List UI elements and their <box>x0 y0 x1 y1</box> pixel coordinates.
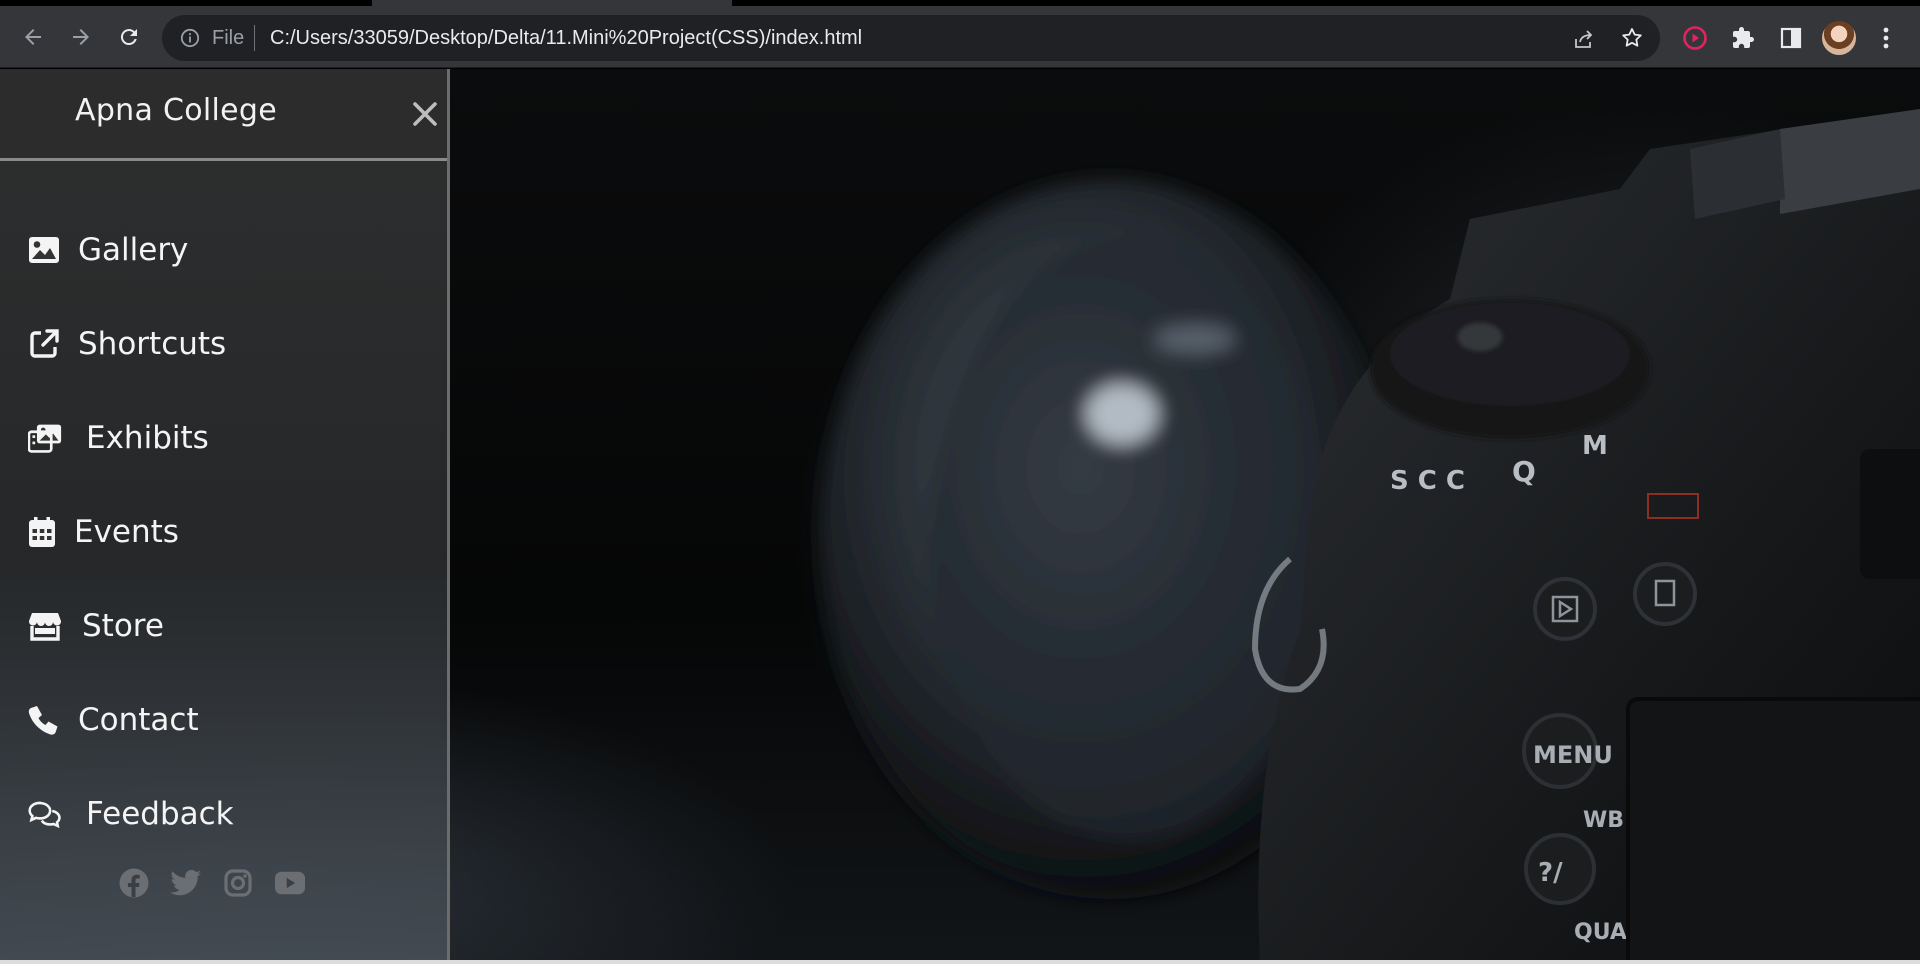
youtube-icon[interactable] <box>274 867 306 899</box>
profile-avatar[interactable] <box>1822 21 1856 55</box>
share-icon[interactable] <box>1572 27 1596 51</box>
svg-text:M: M <box>1582 431 1608 461</box>
sidebar-item-exhibits[interactable]: Exhibits <box>0 403 447 473</box>
side-panel-button[interactable] <box>1778 25 1804 51</box>
sidebar-item-label: Store <box>82 608 164 644</box>
record-icon <box>1683 26 1707 50</box>
sidebar-item-shortcuts[interactable]: Shortcuts <box>0 309 447 379</box>
forward-button[interactable] <box>64 20 98 54</box>
page-viewport: S C C Q M MENU WB ?/ QUAL Apna College G… <box>0 69 1920 960</box>
address-bar[interactable]: File C:/Users/33059/Desktop/Delta/11.Min… <box>162 15 1660 61</box>
svg-text:WB: WB <box>1583 808 1624 833</box>
side-panel-icon <box>1780 27 1802 49</box>
twitter-icon[interactable] <box>170 867 202 899</box>
store-icon <box>28 609 62 643</box>
sidebar-item-store[interactable]: Store <box>0 591 447 661</box>
window-bottom-edge <box>0 960 1920 964</box>
close-icon[interactable] <box>410 99 440 129</box>
image-icon <box>28 233 62 267</box>
sidebar-header: Apna College <box>0 69 447 161</box>
svg-text:MENU: MENU <box>1533 741 1613 769</box>
sidebar-item-label: Shortcuts <box>78 326 227 362</box>
star-icon[interactable] <box>1620 26 1644 50</box>
reload-icon <box>120 29 137 46</box>
sidebar-item-feedback[interactable]: Feedback <box>0 779 447 849</box>
svg-text:Q: Q <box>1512 455 1536 488</box>
browser-toolbar: File C:/Users/33059/Desktop/Delta/11.Min… <box>0 6 1920 68</box>
extensions-icon <box>1733 27 1754 48</box>
info-icon[interactable] <box>180 28 200 48</box>
sidebar-item-events[interactable]: Events <box>0 497 447 567</box>
external-link-icon <box>28 327 62 361</box>
divider <box>254 25 255 51</box>
extensions-button[interactable] <box>1730 25 1756 51</box>
back-icon <box>25 29 41 45</box>
sidebar-item-gallery[interactable]: Gallery <box>0 215 447 285</box>
sidebar-item-label: Feedback <box>86 796 234 832</box>
back-button[interactable] <box>16 20 50 54</box>
phone-icon <box>28 703 62 737</box>
scheme-label: File <box>212 27 245 49</box>
reload-button[interactable] <box>112 20 146 54</box>
calendar-icon <box>28 515 62 549</box>
facebook-icon[interactable] <box>118 867 150 899</box>
social-links <box>118 867 306 901</box>
menu-icon[interactable] <box>1876 22 1896 54</box>
svg-text:S C C: S C C <box>1390 466 1465 496</box>
comments-icon <box>28 797 62 831</box>
sidebar: Apna College Gallery Shortcuts Exhibits … <box>0 69 450 960</box>
svg-text:?/: ?/ <box>1538 858 1563 888</box>
sidebar-item-contact[interactable]: Contact <box>0 685 447 755</box>
photo-stack-icon <box>28 421 62 455</box>
sidebar-item-label: Gallery <box>78 232 189 268</box>
record-extension-button[interactable] <box>1682 25 1708 51</box>
sidebar-item-label: Contact <box>78 702 199 738</box>
sidebar-item-label: Events <box>74 514 179 550</box>
instagram-icon[interactable] <box>222 867 254 899</box>
brand-title: Apna College <box>75 93 278 128</box>
forward-icon <box>73 29 89 45</box>
url-text[interactable]: C:/Users/33059/Desktop/Delta/11.Mini%20P… <box>270 27 862 50</box>
sidebar-item-label: Exhibits <box>86 420 209 456</box>
